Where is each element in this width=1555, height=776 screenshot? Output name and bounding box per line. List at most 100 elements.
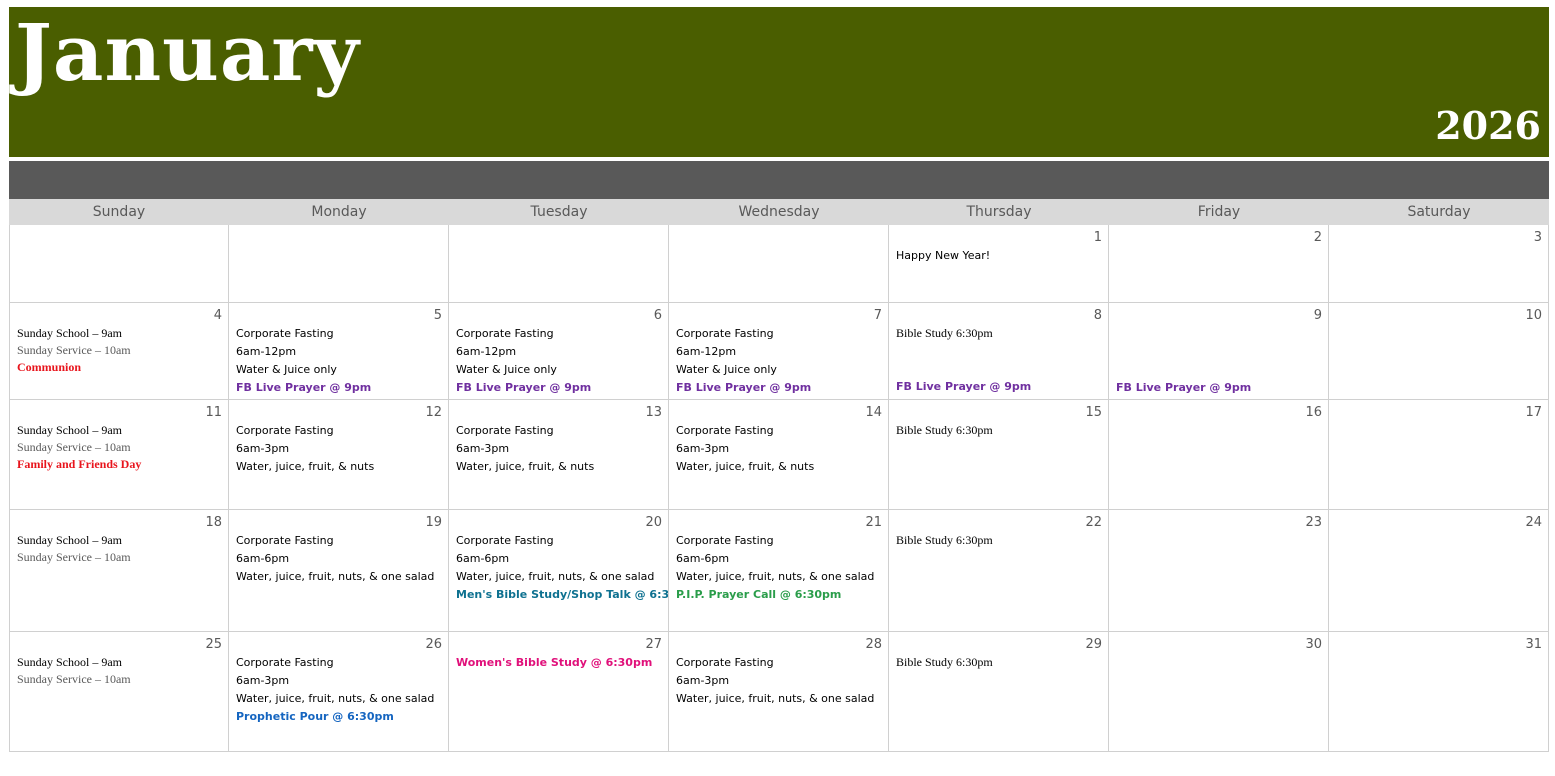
day-cell-24[interactable]: 24 [1329, 510, 1549, 632]
event-text: 6am-12pm [676, 345, 737, 358]
day-cell-2[interactable]: 2 [1109, 225, 1329, 303]
event-text: Family and Friends Day [17, 457, 142, 471]
week-row: 18 Sunday School – 9am Sunday Service – 10… [9, 510, 1550, 632]
day-number: 12 [425, 405, 442, 420]
day-cell-15[interactable]: 15 Bible Study 6:30pm [889, 400, 1109, 510]
day-cell-18[interactable]: 18 Sunday School – 9am Sunday Service – 10… [9, 510, 229, 632]
event-list: Sunday School – 9am Sunday Service – 10am [17, 654, 224, 688]
day-cell-3[interactable]: 3 [1329, 225, 1549, 303]
calendar-grid: 1 Happy New Year! 2 3 4 Sunday School – 9am Su… [9, 225, 1550, 752]
event-text: Corporate Fasting [676, 656, 774, 669]
event-text: Corporate Fasting [456, 534, 554, 547]
event-list: Corporate Fasting 6am-12pm Water & Juice o… [236, 325, 444, 397]
month-title: January [15, 8, 360, 99]
event-text: Sunday Service – 10am [17, 440, 131, 454]
empty-day-cell[interactable] [449, 225, 669, 303]
day-number: 4 [213, 308, 222, 323]
event-text: Prophetic Pour @ 6:30pm [236, 710, 394, 723]
event-list: Sunday School – 9am Sunday Service – 10am… [17, 325, 224, 376]
day-cell-22[interactable]: 22 Bible Study 6:30pm [889, 510, 1109, 632]
event-list: Women's Bible Study @ 6:30pm [456, 654, 664, 672]
event-text: P.I.P. Prayer Call @ 6:30pm [676, 588, 842, 601]
day-cell-4[interactable]: 4 Sunday School – 9am Sunday Service – 10a… [9, 303, 229, 400]
day-cell-14[interactable]: 14 Corporate Fasting 6am-3pm Water, juice, … [669, 400, 889, 510]
day-number: 25 [205, 637, 222, 652]
day-cell-31[interactable]: 31 [1329, 632, 1549, 752]
event-list: Corporate Fasting 6am-3pm Water, juice, fr… [236, 422, 444, 476]
day-cell-27[interactable]: 27 Women's Bible Study @ 6:30pm [449, 632, 669, 752]
event-text: Sunday Service – 10am [17, 550, 131, 564]
event-text: 6am-6pm [236, 552, 290, 565]
event-text: FB Live Prayer @ 9pm [1116, 381, 1252, 394]
event-text: Happy New Year! [896, 249, 991, 262]
day-cell-9[interactable]: 9 FB Live Prayer @ 9pm [1109, 303, 1329, 400]
day-cell-5[interactable]: 5 Corporate Fasting 6am-12pm Water & Juice … [229, 303, 449, 400]
day-cell-25[interactable]: 25 Sunday School – 9am Sunday Service – 10… [9, 632, 229, 752]
event-list: Bible Study 6:30pm FB Live Prayer @ 9pm [896, 325, 1104, 396]
day-number: 6 [653, 308, 662, 323]
event-text: 6am-12pm [456, 345, 517, 358]
day-number: 2 [1313, 230, 1322, 245]
empty-day-cell[interactable] [9, 225, 229, 303]
day-cell-7[interactable]: 7 Corporate Fasting 6am-12pm Water & Juice … [669, 303, 889, 400]
day-number: 29 [1085, 637, 1102, 652]
day-cell-21[interactable]: 21 Corporate Fasting 6am-6pm Water, juice, … [669, 510, 889, 632]
day-cell-13[interactable]: 13 Corporate Fasting 6am-3pm Water, juice, … [449, 400, 669, 510]
event-text: FB Live Prayer @ 9pm [236, 381, 372, 394]
event-list: Sunday School – 9am Sunday Service – 10am [17, 532, 224, 566]
event-text: Bible Study 6:30pm [896, 326, 993, 340]
day-cell-16[interactable]: 16 [1109, 400, 1329, 510]
header-bar [9, 161, 1549, 199]
empty-day-cell[interactable] [669, 225, 889, 303]
weekday-thursday: Thursday [966, 204, 1032, 220]
week-row: 25 Sunday School – 9am Sunday Service – 10… [9, 632, 1550, 752]
day-cell-1[interactable]: 1 Happy New Year! [889, 225, 1109, 303]
weekday-monday: Monday [311, 204, 367, 220]
day-cell-10[interactable]: 10 [1329, 303, 1549, 400]
day-cell-19[interactable]: 19 Corporate Fasting 6am-6pm Water, juice, … [229, 510, 449, 632]
event-list: Corporate Fasting 6am-3pm Water, juice, fr… [456, 422, 664, 476]
event-text: Sunday School – 9am [17, 326, 122, 340]
day-number: 7 [873, 308, 882, 323]
day-cell-6[interactable]: 6 Corporate Fasting 6am-12pm Water & Juice … [449, 303, 669, 400]
event-text: Water, juice, fruit, & nuts [236, 460, 375, 473]
day-cell-17[interactable]: 17 [1329, 400, 1549, 510]
event-text: 6am-12pm [236, 345, 297, 358]
event-text: 6am-3pm [236, 674, 290, 687]
event-text [1116, 361, 1324, 379]
day-number: 21 [865, 515, 882, 530]
weekday-header-row: Sunday Monday Tuesday Wednesday Thursday Frid… [9, 199, 1549, 225]
day-cell-11[interactable]: 11 Sunday School – 9am Sunday Service – 10… [9, 400, 229, 510]
event-text: 6am-6pm [676, 552, 730, 565]
event-text: Sunday Service – 10am [17, 343, 131, 357]
day-cell-30[interactable]: 30 [1109, 632, 1329, 752]
event-text: Corporate Fasting [236, 424, 334, 437]
day-cell-23[interactable]: 23 [1109, 510, 1329, 632]
event-text: 6am-3pm [236, 442, 290, 455]
day-number: 18 [205, 515, 222, 530]
year-title: 2026 [1435, 103, 1541, 148]
day-cell-28[interactable]: 28 Corporate Fasting 6am-3pm Water, juice, … [669, 632, 889, 752]
event-text [896, 342, 1104, 360]
day-cell-8[interactable]: 8 Bible Study 6:30pm FB Live Prayer @ 9pm [889, 303, 1109, 400]
weekday-tuesday: Tuesday [530, 204, 588, 220]
day-cell-26[interactable]: 26 Corporate Fasting 6am-3pm Water, juice, … [229, 632, 449, 752]
day-number: 30 [1305, 637, 1322, 652]
event-list: FB Live Prayer @ 9pm [1116, 325, 1324, 397]
day-cell-29[interactable]: 29 Bible Study 6:30pm [889, 632, 1109, 752]
event-text: Bible Study 6:30pm [896, 655, 993, 669]
event-text: Sunday School – 9am [17, 533, 122, 547]
empty-day-cell[interactable] [229, 225, 449, 303]
day-cell-20[interactable]: 20 Corporate Fasting 6am-6pm Water, juice, … [449, 510, 669, 632]
event-text: 6am-3pm [676, 674, 730, 687]
day-number: 9 [1313, 308, 1322, 323]
weekday-friday: Friday [1197, 204, 1241, 220]
day-number: 28 [865, 637, 882, 652]
day-cell-12[interactable]: 12 Corporate Fasting 6am-3pm Water, juice, … [229, 400, 449, 510]
event-list: Corporate Fasting 6am-6pm Water, juice, fr… [676, 532, 884, 604]
event-text: Water, juice, fruit, & nuts [676, 460, 815, 473]
day-number: 20 [645, 515, 662, 530]
weekday-saturday: Saturday [1407, 204, 1471, 220]
event-list: Bible Study 6:30pm [896, 654, 1104, 671]
day-number: 14 [865, 405, 882, 420]
